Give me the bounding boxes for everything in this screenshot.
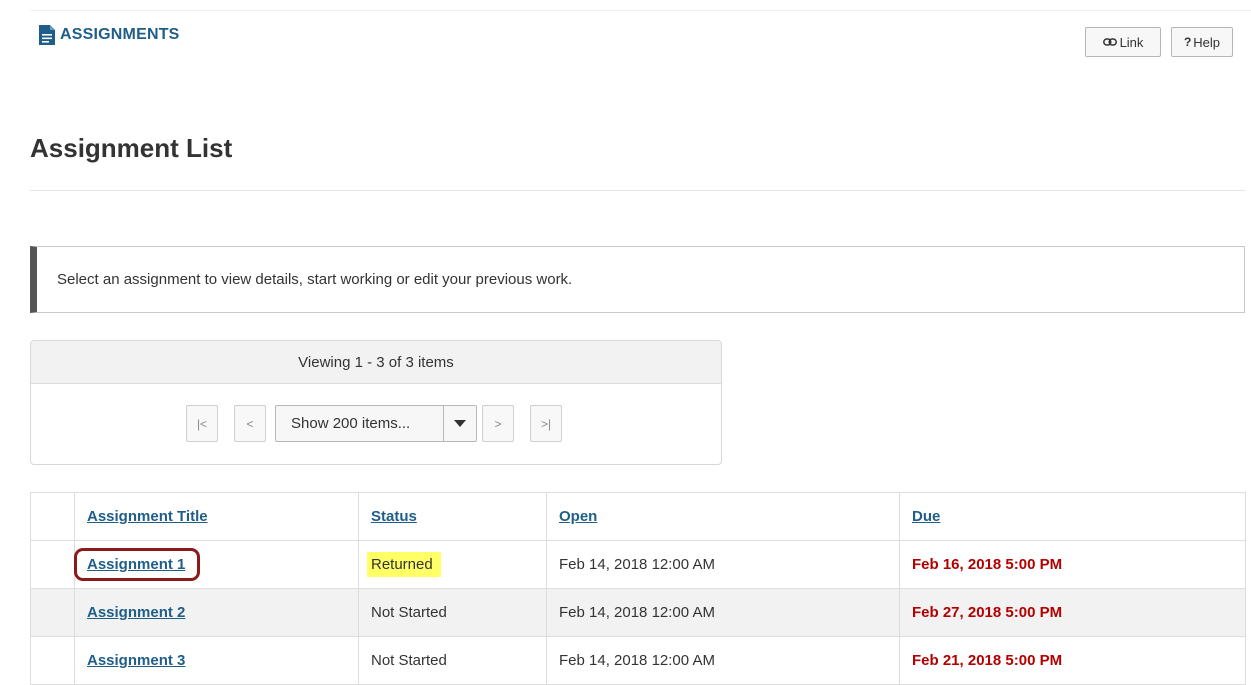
assignment-title-link[interactable]: Assignment 3 xyxy=(87,652,185,669)
table-row: Assignment 1 Returned Feb 14, 2018 12:00… xyxy=(30,540,1246,589)
pager-controls: |< < Show 200 items... > >| xyxy=(31,384,721,464)
previous-page-button[interactable]: < xyxy=(234,405,266,442)
row-spacer-cell xyxy=(30,636,75,685)
title-cell: Assignment 2 xyxy=(74,588,359,637)
table-header-row: Assignment Title Status Open Due xyxy=(30,492,1246,541)
link-icon xyxy=(1102,37,1120,47)
link-button[interactable]: Link xyxy=(1085,27,1161,57)
pager-header: Viewing 1 - 3 of 3 items xyxy=(31,341,721,384)
row-spacer-cell xyxy=(30,540,75,589)
last-page-button[interactable]: >| xyxy=(530,405,562,442)
page-title: Assignment List xyxy=(30,133,233,163)
title-divider xyxy=(30,190,1245,191)
page-size-value: Show 200 items... xyxy=(291,415,411,432)
table-row: Assignment 2 Not Started Feb 14, 2018 12… xyxy=(30,588,1246,637)
chevron-down-icon xyxy=(443,406,476,441)
link-button-label: Link xyxy=(1119,34,1144,50)
due-date-cell: Feb 16, 2018 5:00 PM xyxy=(899,540,1246,589)
title-column-header: Assignment Title xyxy=(74,492,359,541)
status-cell: Not Started xyxy=(358,588,547,637)
tool-title: ASSIGNMENTS xyxy=(60,26,180,43)
status-cell: Returned xyxy=(358,540,547,589)
open-date-cell: Feb 14, 2018 12:00 AM xyxy=(546,636,900,685)
due-date-cell: Feb 27, 2018 5:00 PM xyxy=(899,588,1246,637)
checkbox-column-header xyxy=(30,492,75,541)
status-text: Returned xyxy=(367,552,441,577)
help-button[interactable]: ? Help xyxy=(1171,27,1233,57)
instruction-box: Select an assignment to view details, st… xyxy=(30,246,1245,313)
sort-by-status-link[interactable]: Status xyxy=(371,508,417,525)
sort-by-due-link[interactable]: Due xyxy=(912,508,940,525)
open-date-cell: Feb 14, 2018 12:00 AM xyxy=(546,588,900,637)
table-row: Assignment 3 Not Started Feb 14, 2018 12… xyxy=(30,636,1246,685)
document-icon xyxy=(38,25,56,45)
title-cell: Assignment 1 xyxy=(74,540,359,589)
instruction-text: Select an assignment to view details, st… xyxy=(57,271,573,288)
open-date-cell: Feb 14, 2018 12:00 AM xyxy=(546,540,900,589)
title-cell: Assignment 3 xyxy=(74,636,359,685)
top-divider xyxy=(30,10,1251,11)
assignment-title-link[interactable]: Assignment 2 xyxy=(87,604,185,621)
help-icon: ? xyxy=(1183,35,1192,49)
status-cell: Not Started xyxy=(358,636,547,685)
tool-header: ASSIGNMENTS xyxy=(38,25,180,45)
assignment-title-link[interactable]: Assignment 1 xyxy=(74,548,201,581)
row-spacer-cell xyxy=(30,588,75,637)
open-column-header: Open xyxy=(546,492,900,541)
viewing-count: Viewing 1 - 3 of 3 items xyxy=(298,353,454,371)
page-size-select[interactable]: Show 200 items... xyxy=(275,405,477,442)
due-date-cell: Feb 21, 2018 5:00 PM xyxy=(899,636,1246,685)
first-page-button[interactable]: |< xyxy=(186,405,218,442)
sort-by-title-link[interactable]: Assignment Title xyxy=(87,508,208,525)
next-page-button[interactable]: > xyxy=(482,405,514,442)
status-column-header: Status xyxy=(358,492,547,541)
sort-by-open-link[interactable]: Open xyxy=(559,508,597,525)
pager-panel: Viewing 1 - 3 of 3 items |< < Show 200 i… xyxy=(30,340,722,465)
due-column-header: Due xyxy=(899,492,1246,541)
assignment-table: Assignment Title Status Open Due Assignm… xyxy=(30,492,1246,685)
help-button-label: Help xyxy=(1193,34,1221,50)
